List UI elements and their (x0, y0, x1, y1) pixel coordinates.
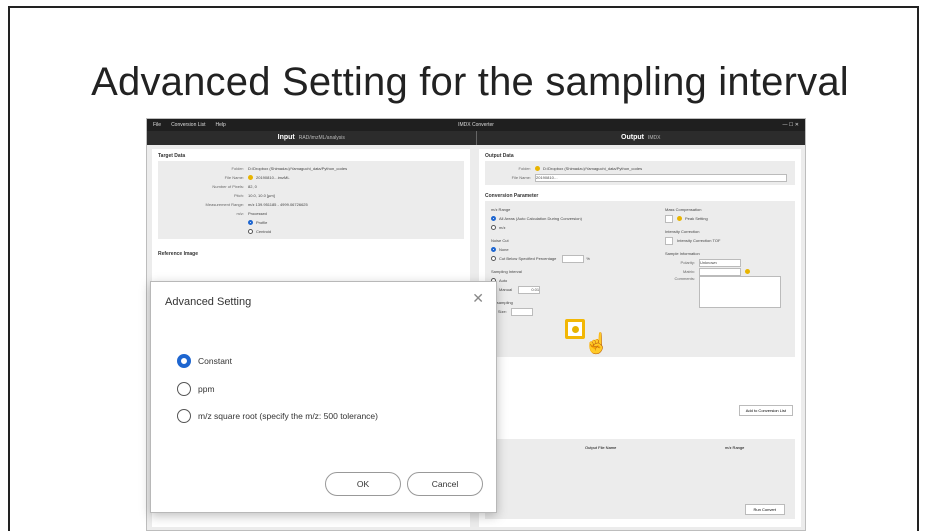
run-convert-button[interactable]: Run Convert (744, 504, 785, 515)
output-data-box: Folder: D:/Dropbox (Shimadzu)/Yamaguchi_d… (485, 161, 795, 185)
option-ppm[interactable]: ppm (177, 382, 215, 396)
window-controls[interactable]: — ☐ ✕ (783, 122, 799, 128)
conversion-parameter-title: Conversion Parameter (485, 193, 539, 199)
slide-title: Advanced Setting for the sampling interv… (91, 60, 849, 104)
mz-range-radio[interactable] (491, 225, 496, 230)
advanced-setting-dialog: Advanced Setting ✕ Constant ppm m/z squa… (150, 281, 497, 513)
target-data-title: Target Data (158, 153, 186, 159)
ppm-radio[interactable] (177, 382, 191, 396)
mz-all-radio[interactable] (491, 216, 496, 221)
ok-button[interactable]: OK (325, 472, 401, 496)
target-data-box: Folder: D:/Dropbox (Shimadzu)/Yamaguchi_d… (158, 161, 464, 239)
noise-cut-radio[interactable] (491, 256, 496, 261)
sampling-value-field[interactable]: 0.01 (518, 285, 541, 294)
output-filename-field[interactable]: 20190810… (535, 173, 787, 182)
dialog-title: Advanced Setting (165, 296, 252, 308)
output-header: Output IMDX (621, 134, 661, 141)
noise-none-radio[interactable] (491, 247, 496, 252)
option-mz-square-root-label: m/z square root (specify the m/z: 500 to… (198, 411, 378, 421)
conversion-parameter-box: m/z Range All Areas (Auto Calculation Du… (485, 201, 795, 357)
close-icon[interactable]: ✕ (472, 290, 484, 307)
panel-header: Input RAD/imzML/analysis Output IMDX (147, 131, 805, 145)
mz-square-root-radio[interactable] (177, 409, 191, 423)
option-ppm-label: ppm (198, 384, 215, 394)
output-data-title: Output Data (485, 153, 514, 159)
input-header: Input RAD/imzML/analysis (277, 134, 345, 141)
comments-field[interactable] (699, 276, 781, 308)
reference-image-title: Reference Image (158, 251, 199, 257)
profile-radio[interactable] (248, 220, 253, 225)
pointer-hand-icon: ☝ (584, 333, 609, 355)
menu-help[interactable]: Help (216, 122, 226, 128)
app-titlebar: File Conversion List Help IMDX Converter… (147, 119, 805, 131)
conversion-list: Output File Name m/z Range Run Convert (485, 439, 795, 519)
option-constant-label: Constant (198, 356, 233, 366)
cancel-button[interactable]: Cancel (407, 472, 483, 496)
constant-radio[interactable] (177, 354, 191, 368)
menu-file[interactable]: File (153, 122, 161, 128)
menu-conversion-list[interactable]: Conversion List (171, 122, 205, 128)
output-panel: Output Data Folder: D:/Dropbox (Shimadzu)… (479, 149, 801, 527)
centroid-radio[interactable] (248, 229, 253, 234)
option-constant[interactable]: Constant (177, 354, 232, 368)
advanced-setting-gear-button[interactable] (565, 319, 585, 339)
add-to-list-button[interactable]: Add to Conversion List (738, 405, 793, 416)
option-mz-square-root[interactable]: m/z square root (specify the m/z: 500 to… (177, 409, 378, 423)
window-title: IMDX Converter (458, 122, 494, 128)
